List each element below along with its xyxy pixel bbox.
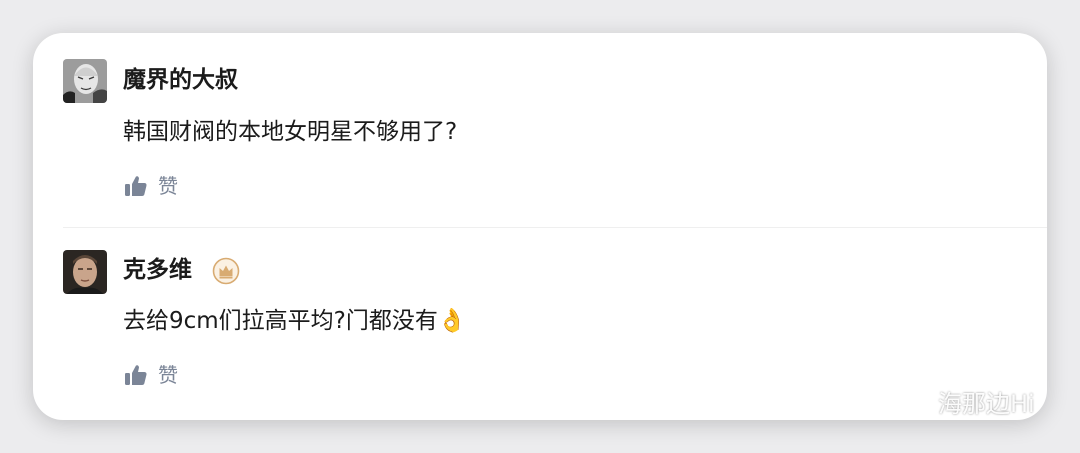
comment-item: 魔界的大叔 韩国财阀的本地女明星不够用了? 赞 bbox=[33, 33, 1047, 228]
user-avatar[interactable] bbox=[63, 250, 107, 294]
watermark: 海那边Hi bbox=[892, 388, 1035, 420]
comment-text: 韩国财阀的本地女明星不够用了? bbox=[123, 119, 458, 145]
user-avatar[interactable] bbox=[63, 59, 107, 103]
like-label: 赞 bbox=[158, 363, 178, 387]
man-face-photo-avatar-icon bbox=[63, 250, 107, 294]
crown-badge-icon bbox=[212, 257, 240, 285]
like-button[interactable]: 赞 bbox=[123, 173, 178, 199]
comment-text: 去给9cm们拉高平均?门都没有👌 bbox=[123, 308, 467, 334]
thumbs-up-icon bbox=[125, 365, 147, 385]
bald-man-sketch-avatar-icon bbox=[63, 59, 107, 103]
comment-username[interactable]: 克多维 bbox=[123, 255, 192, 285]
watermark-text: 海那边Hi bbox=[938, 390, 1035, 418]
comment-card: 魔界的大叔 韩国财阀的本地女明星不够用了? 赞 克多维 去给9cm们拉高平均?门… bbox=[33, 33, 1047, 420]
like-label: 赞 bbox=[158, 174, 178, 198]
like-button[interactable]: 赞 bbox=[123, 362, 178, 388]
wechat-icon bbox=[893, 390, 930, 420]
comment-username[interactable]: 魔界的大叔 bbox=[123, 65, 238, 95]
thumbs-up-icon bbox=[125, 176, 147, 196]
